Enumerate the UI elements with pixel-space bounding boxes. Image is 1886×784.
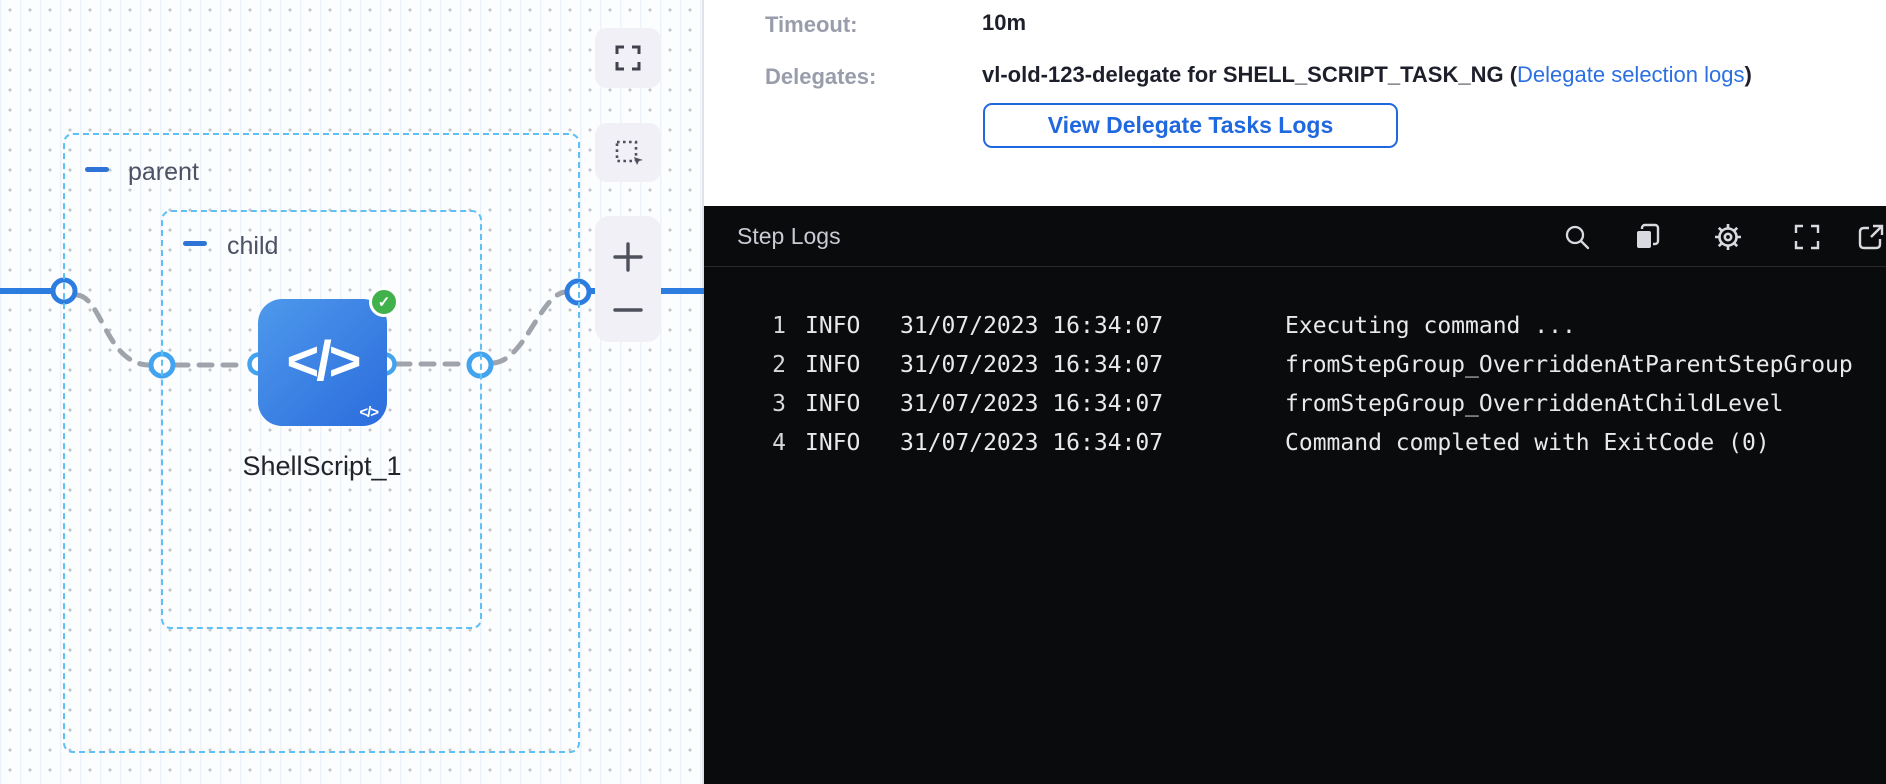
timeout-value: 10m bbox=[982, 10, 1026, 36]
timeout-label: Timeout: bbox=[765, 12, 857, 38]
log-line: 4 INFO 31/07/2023 16:34:07 Command complete… bbox=[704, 424, 1886, 463]
delegates-value: vl-old-123-delegate for SHELL_SCRIPT_TAS… bbox=[982, 62, 1752, 88]
zoom-out-icon[interactable] bbox=[612, 302, 644, 318]
step-success-badge: ✓ bbox=[369, 287, 399, 317]
canvas-multi-select-button[interactable] bbox=[595, 123, 661, 182]
step-logs-title: Step Logs bbox=[737, 223, 841, 250]
step-details-section: Timeout: 10m Delegates: vl-old-123-deleg… bbox=[704, 0, 1886, 206]
shell-script-step-node[interactable]: </> </> bbox=[258, 299, 387, 426]
log-num: 1 bbox=[768, 307, 786, 346]
log-message: Executing command ... bbox=[1285, 307, 1576, 346]
log-num: 4 bbox=[768, 424, 786, 463]
search-icon[interactable] bbox=[1562, 222, 1592, 252]
pipeline-canvas[interactable]: parent child </> </> ✓ ShellScript_1 bbox=[0, 0, 704, 784]
pipeline-execution-view: parent child </> </> ✓ ShellScript_1 bbox=[0, 0, 1886, 784]
log-message: Command completed with ExitCode (0) bbox=[1285, 424, 1770, 463]
step-logs-panel: Step Logs bbox=[704, 206, 1886, 784]
delegates-value-text: vl-old-123-delegate for SHELL_SCRIPT_TAS… bbox=[982, 62, 1517, 87]
settings-gear-icon[interactable] bbox=[1713, 222, 1743, 252]
log-level: INFO bbox=[805, 385, 865, 424]
canvas-fullscreen-button[interactable] bbox=[595, 28, 661, 88]
log-level: INFO bbox=[805, 424, 865, 463]
zoom-in-icon[interactable] bbox=[612, 241, 644, 273]
delegates-label: Delegates: bbox=[765, 64, 876, 90]
collapse-child-group-icon[interactable] bbox=[183, 241, 207, 246]
log-timestamp: 31/07/2023 16:34:07 bbox=[900, 346, 1172, 385]
view-delegate-tasks-logs-button[interactable]: View Delegate Tasks Logs bbox=[983, 103, 1398, 148]
log-message: fromStepGroup_OverriddenAtParentStepGrou… bbox=[1285, 346, 1853, 385]
code-corner-icon: </> bbox=[359, 404, 378, 421]
marquee-select-icon bbox=[613, 138, 643, 168]
fullscreen-icon[interactable] bbox=[1792, 222, 1822, 252]
collapse-parent-group-icon[interactable] bbox=[85, 167, 109, 172]
log-body[interactable]: 1 INFO 31/07/2023 16:34:07 Executing comman… bbox=[704, 267, 1886, 463]
log-line: 1 INFO 31/07/2023 16:34:07 Executing comman… bbox=[704, 307, 1886, 346]
log-num: 2 bbox=[768, 346, 786, 385]
delegate-selection-logs-link[interactable]: Delegate selection logs bbox=[1517, 62, 1744, 87]
external-link-icon[interactable] bbox=[1856, 222, 1886, 252]
copy-icon[interactable] bbox=[1632, 222, 1662, 252]
log-timestamp: 31/07/2023 16:34:07 bbox=[900, 307, 1172, 346]
log-timestamp: 31/07/2023 16:34:07 bbox=[900, 424, 1172, 463]
step-details-panel: Timeout: 10m Delegates: vl-old-123-deleg… bbox=[704, 0, 1886, 784]
log-level: INFO bbox=[805, 307, 865, 346]
code-icon: </> bbox=[287, 328, 359, 393]
log-line: 2 INFO 31/07/2023 16:34:07 fromStepGroup_Ov… bbox=[704, 346, 1886, 385]
step-node-label: ShellScript_1 bbox=[192, 451, 452, 482]
child-group-label: child bbox=[227, 232, 278, 261]
parent-group-label: parent bbox=[128, 158, 199, 187]
log-timestamp: 31/07/2023 16:34:07 bbox=[900, 385, 1172, 424]
check-icon: ✓ bbox=[378, 293, 391, 311]
log-message: fromStepGroup_OverriddenAtChildLevel bbox=[1285, 385, 1784, 424]
log-line: 3 INFO 31/07/2023 16:34:07 fromStepGroup_Ov… bbox=[704, 385, 1886, 424]
canvas-zoom-controls[interactable] bbox=[595, 216, 661, 342]
fullscreen-icon bbox=[613, 43, 643, 73]
log-level: INFO bbox=[805, 346, 865, 385]
step-logs-header: Step Logs bbox=[704, 206, 1886, 267]
delegates-value-close: ) bbox=[1745, 62, 1752, 87]
log-num: 3 bbox=[768, 385, 786, 424]
